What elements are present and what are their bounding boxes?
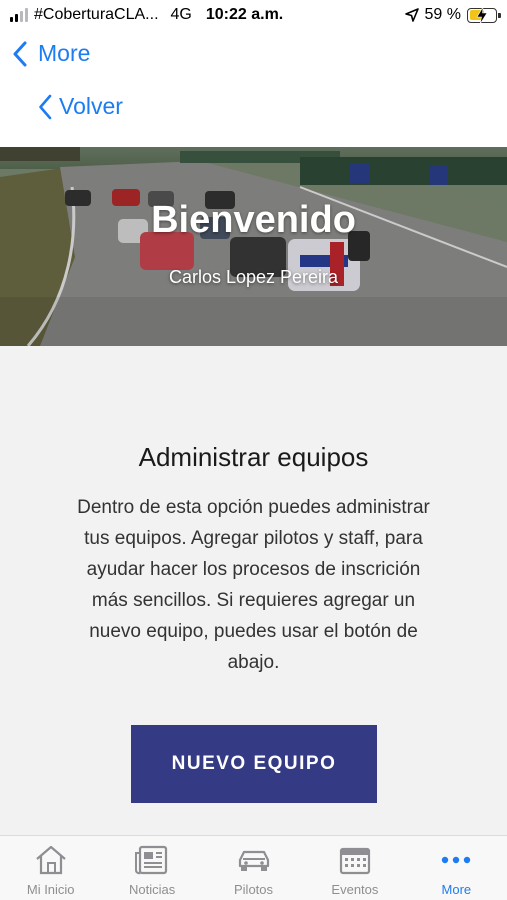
volver-button[interactable]: Volver xyxy=(38,93,123,120)
status-bar: #CoberturaCLA... 4G 10:22 a.m. 59 % xyxy=(0,0,507,30)
bottom-tab-bar: Mi Inicio Noticias Pilotos Eventos More xyxy=(0,835,507,900)
tab-label: Pilotos xyxy=(234,882,274,897)
more-dots-icon xyxy=(442,856,471,864)
newspaper-icon xyxy=(135,845,168,875)
tab-pilotos[interactable]: Pilotos xyxy=(203,836,304,900)
battery-percent: 59 % xyxy=(424,6,461,23)
hero-title: Bienvenido xyxy=(151,199,356,241)
nuevo-equipo-button[interactable]: NUEVO EQUIPO xyxy=(131,725,377,803)
clock-time: 10:22 a.m. xyxy=(205,6,284,23)
calendar-icon xyxy=(339,847,371,875)
tab-label: More xyxy=(441,882,472,897)
hero-banner: Bienvenido Carlos Lopez Pereira xyxy=(0,147,507,346)
nav-back-more-button[interactable]: More xyxy=(12,40,90,67)
tab-label: Eventos xyxy=(331,882,379,897)
chevron-left-icon xyxy=(39,94,52,119)
tab-label: Noticias xyxy=(128,882,176,897)
volver-label: Volver xyxy=(59,93,123,119)
carrier-name: #CoberturaCLA... xyxy=(34,6,159,23)
car-icon xyxy=(238,850,269,871)
network-type: 4G xyxy=(170,6,192,23)
battery-icon xyxy=(467,6,501,24)
tab-mi-inicio[interactable]: Mi Inicio xyxy=(0,836,101,900)
main-content: Administrar equipos Dentro de esta opció… xyxy=(0,346,507,835)
tab-more[interactable]: More xyxy=(406,836,507,900)
location-arrow-icon xyxy=(404,8,419,22)
section-title: Administrar equipos xyxy=(138,442,369,472)
tab-label: Mi Inicio xyxy=(26,882,75,897)
charging-bolt-icon xyxy=(476,6,488,24)
race-track-photo xyxy=(0,147,507,346)
status-right-group: 59 % xyxy=(404,6,501,24)
nav-back-more-label: More xyxy=(38,40,91,66)
tab-noticias[interactable]: Noticias xyxy=(101,836,202,900)
chevron-left-icon xyxy=(13,41,27,66)
tab-eventos[interactable]: Eventos xyxy=(304,836,405,900)
home-icon xyxy=(35,845,66,875)
signal-strength-icon xyxy=(10,8,28,22)
section-description: Dentro de esta opción puedes administrar… xyxy=(77,497,430,673)
hero-user-name: Carlos Lopez Pereira xyxy=(168,267,339,287)
